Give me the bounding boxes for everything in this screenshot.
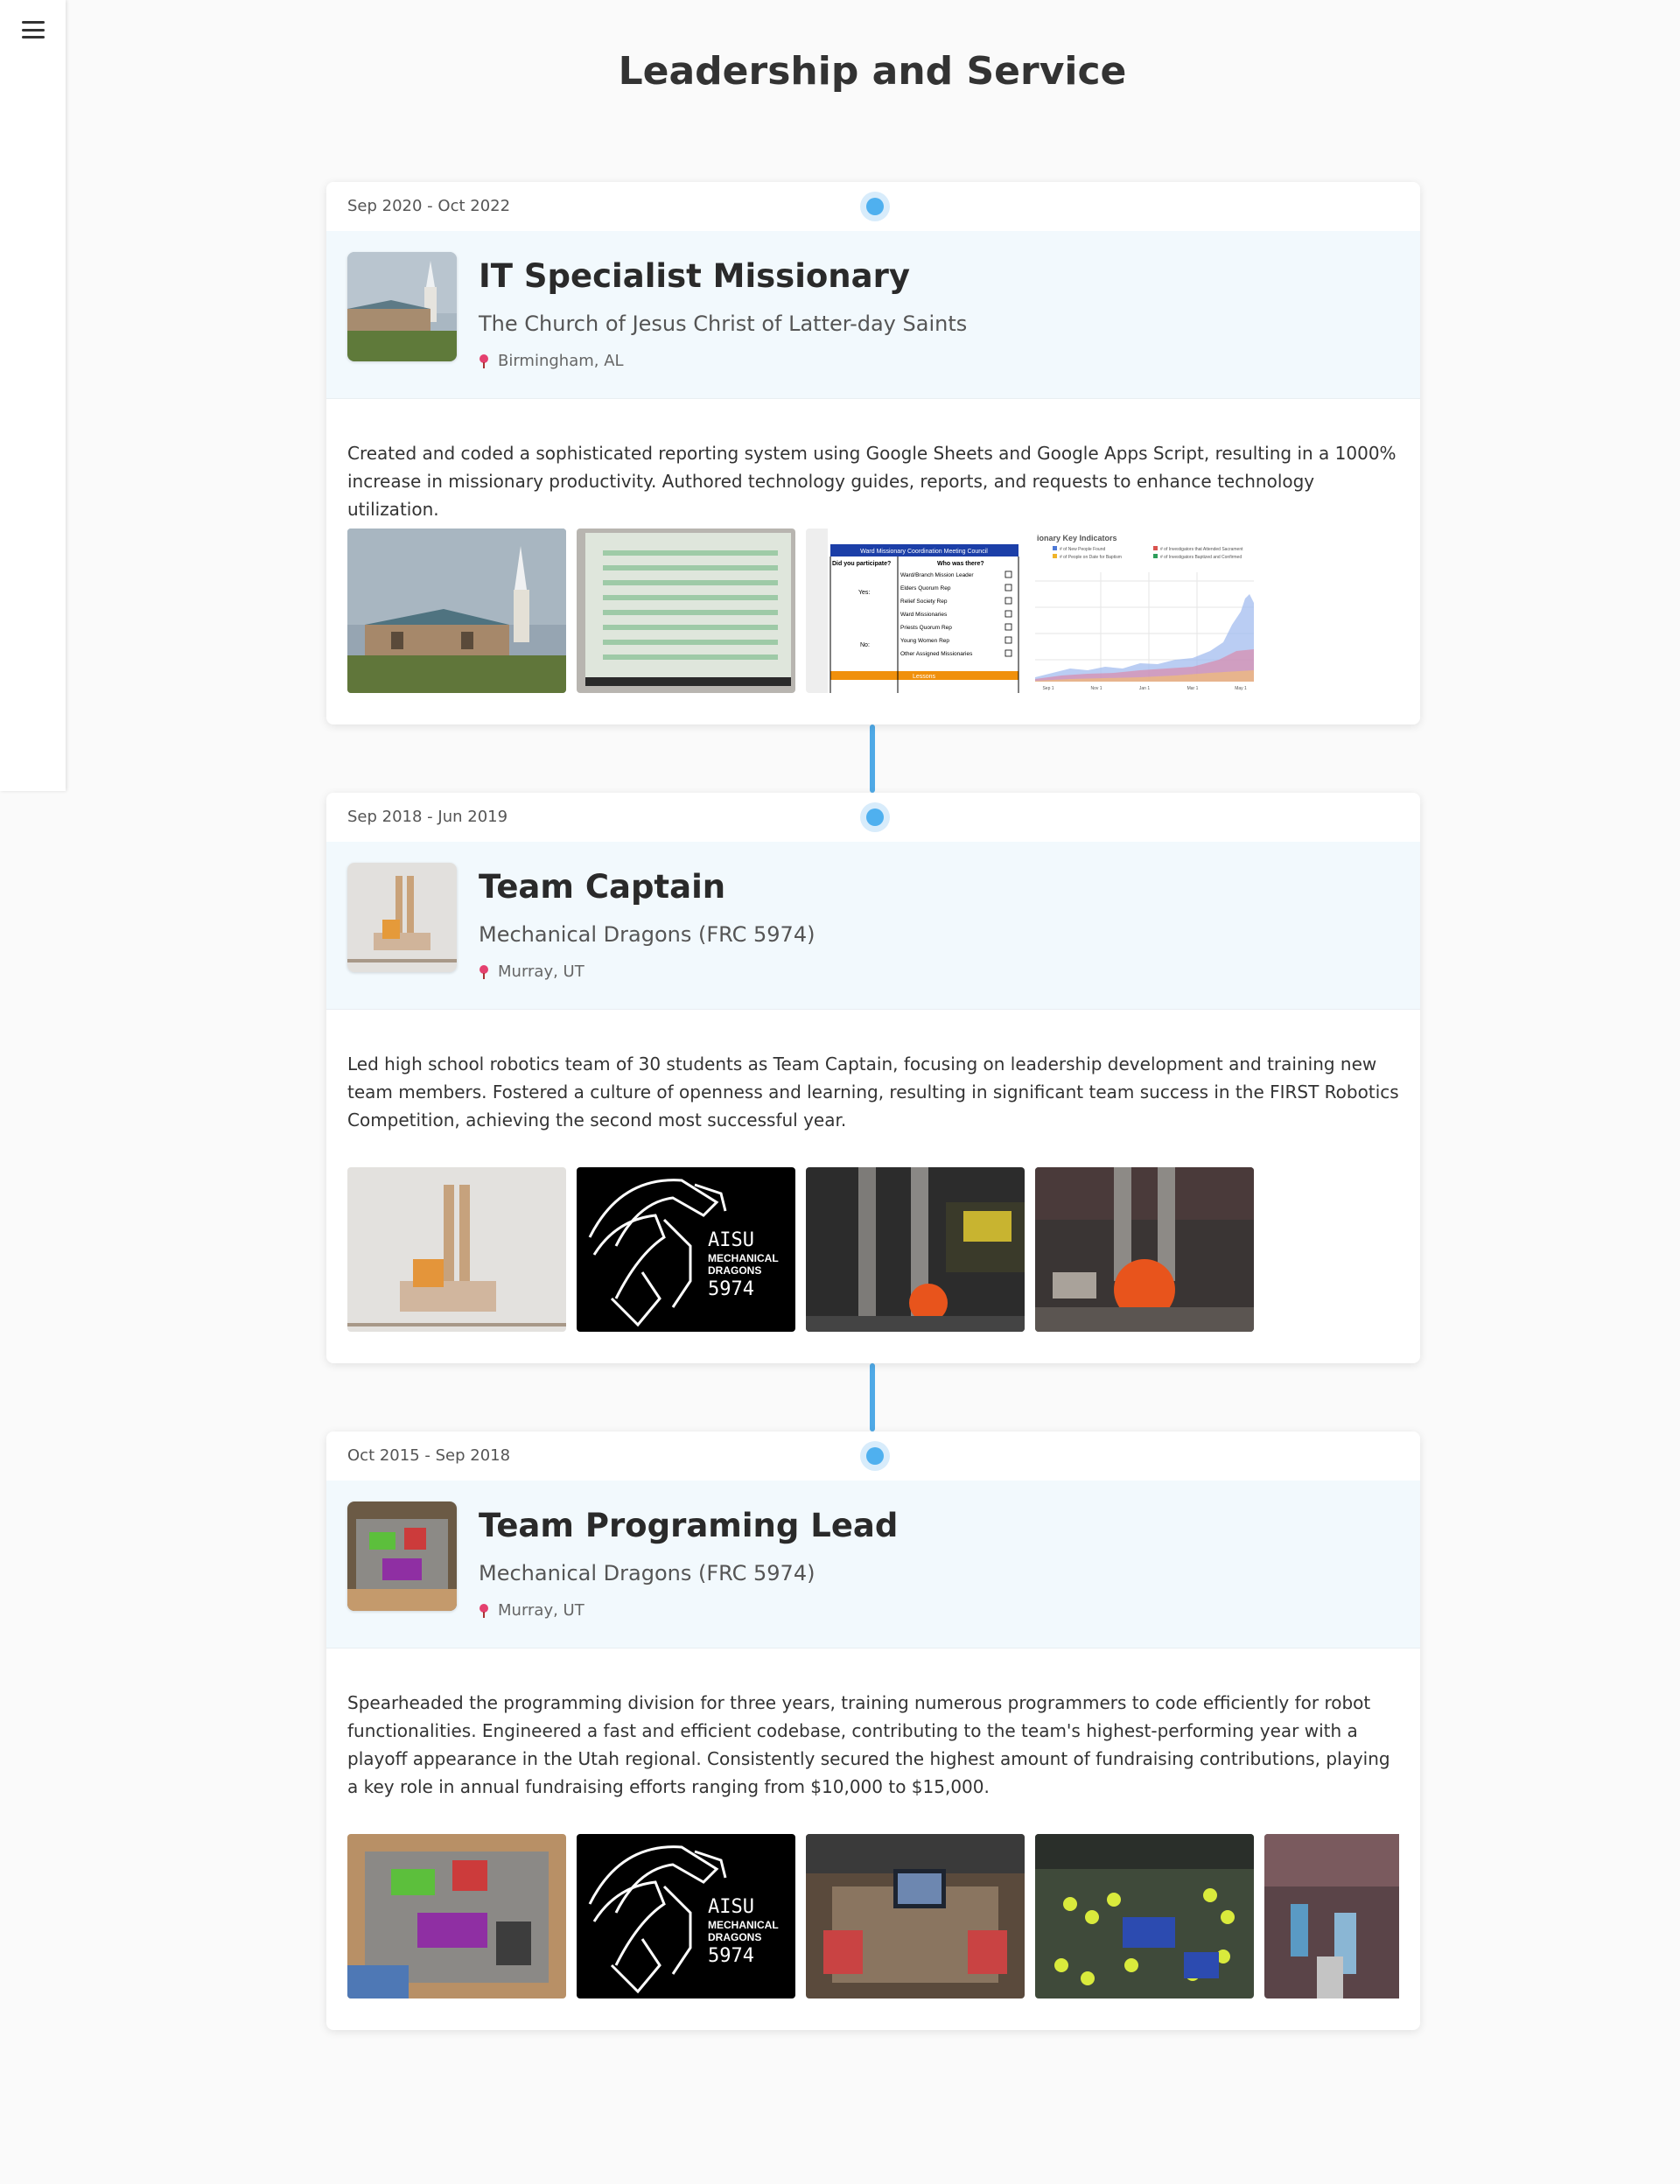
checklist-title: Ward Missionary Coordination Meeting Cou… bbox=[860, 549, 988, 555]
robot-chassis-photo[interactable] bbox=[347, 1834, 566, 1998]
organization: Mechanical Dragons (FRC 5974) bbox=[479, 1561, 816, 1586]
checklist-question: Did you participate? bbox=[832, 561, 891, 567]
description: Led high school robotics team of 30 stud… bbox=[347, 1054, 1399, 1130]
checklist-no: No: bbox=[860, 642, 870, 648]
chart-tick-label: Mar 1 bbox=[1187, 686, 1199, 691]
logo-text-2: MECHANICAL bbox=[708, 1252, 779, 1264]
logo-text-4: 5974 bbox=[708, 1278, 754, 1300]
date-range: Sep 2020 - Oct 2022 bbox=[347, 197, 511, 215]
image-gallery: AISU MECHANICAL DRAGONS 5974 bbox=[347, 1167, 1399, 1332]
logo-text-3: DRAGONS bbox=[708, 1264, 761, 1277]
organization: Mechanical Dragons (FRC 5974) bbox=[479, 922, 816, 947]
location-text: Murray, UT bbox=[498, 1601, 584, 1620]
mechanical-dragons-logo[interactable]: AISU MECHANICAL DRAGONS 5974 bbox=[577, 1834, 795, 1998]
location-pin-icon bbox=[479, 354, 489, 368]
role-title: IT Specialist Missionary bbox=[479, 257, 910, 295]
experience-card: Oct 2015 - Sep 2018 Team Programing Lead… bbox=[326, 1432, 1420, 2030]
experience-card: Sep 2020 - Oct 2022 IT Specialist Missio… bbox=[326, 182, 1420, 724]
card-header: Team Captain Mechanical Dragons (FRC 597… bbox=[326, 842, 1420, 1010]
location-text: Murray, UT bbox=[498, 962, 584, 981]
robot-cad-model[interactable] bbox=[347, 1167, 566, 1332]
org-logo bbox=[347, 252, 457, 361]
robot-intake-photo[interactable] bbox=[806, 1167, 1025, 1332]
arena-crowd-photo[interactable] bbox=[1264, 1834, 1399, 1998]
date-range: Sep 2018 - Jun 2019 bbox=[347, 808, 508, 826]
timeline-connector bbox=[870, 1363, 875, 1432]
mechanical-dragons-logo[interactable]: AISU MECHANICAL DRAGONS 5974 bbox=[577, 1167, 795, 1332]
checklist-item: Ward Missionaries bbox=[900, 612, 948, 618]
chart-legend-swatch bbox=[1053, 554, 1057, 558]
logo-text-4: 5974 bbox=[708, 1945, 754, 1967]
hamburger-menu-icon[interactable] bbox=[19, 18, 47, 42]
logo-text-1: AISU bbox=[708, 1229, 754, 1251]
date-range: Oct 2015 - Sep 2018 bbox=[347, 1446, 511, 1465]
timeline-dot bbox=[860, 192, 890, 221]
chart-legend-swatch bbox=[1153, 554, 1158, 558]
location-pin-icon bbox=[479, 1603, 489, 1618]
key-indicators-chart[interactable]: ionary Key Indicators # of New People Fo… bbox=[1035, 528, 1254, 693]
logo-text-2: MECHANICAL bbox=[708, 1919, 779, 1931]
chart-legend-label: # of People on Date for Baptism bbox=[1060, 555, 1122, 560]
checklist-item: Other Assigned Missionaries bbox=[900, 651, 973, 657]
chart-title: ionary Key Indicators bbox=[1037, 534, 1117, 542]
checklist-item: Ward/Branch Mission Leader bbox=[900, 572, 974, 578]
page-title: Leadership and Service bbox=[618, 49, 1127, 94]
image-gallery: AISU MECHANICAL DRAGONS 5974 bbox=[347, 1834, 1399, 1998]
location: Murray, UT bbox=[479, 962, 584, 981]
robot-ball-photo[interactable] bbox=[1035, 1167, 1254, 1332]
location-pin-icon bbox=[479, 964, 489, 979]
location-text: Birmingham, AL bbox=[498, 352, 624, 370]
timeline-dot bbox=[860, 802, 890, 832]
checklist-yes: Yes: bbox=[858, 590, 870, 596]
chart-legend-label: # of New People Found bbox=[1060, 547, 1105, 552]
chart-tick-label: Nov 1 bbox=[1090, 686, 1102, 691]
competition-field-photo[interactable] bbox=[1035, 1834, 1254, 1998]
meeting-council-checklist[interactable]: Ward Missionary Coordination Meeting Cou… bbox=[806, 528, 1025, 693]
card-header: Team Programing Lead Mechanical Dragons … bbox=[326, 1480, 1420, 1648]
sidebar bbox=[0, 0, 66, 791]
chart-legend-swatch bbox=[1153, 546, 1158, 550]
role-title: Team Captain bbox=[479, 868, 726, 906]
checklist-footer: Lessons bbox=[913, 674, 936, 680]
checklist-item: Relief Society Rep bbox=[900, 598, 948, 605]
spreadsheet-screen-photo[interactable] bbox=[577, 528, 795, 693]
card-header: IT Specialist Missionary The Church of J… bbox=[326, 231, 1420, 399]
location: Birmingham, AL bbox=[479, 352, 624, 370]
pit-laptop-photo[interactable] bbox=[806, 1834, 1025, 1998]
logo-text-1: AISU bbox=[708, 1896, 754, 1918]
image-gallery: Ward Missionary Coordination Meeting Cou… bbox=[347, 528, 1399, 693]
checklist-item: Priests Quorum Rep bbox=[900, 625, 952, 631]
role-title: Team Programing Lead bbox=[479, 1507, 899, 1544]
logo-text-3: DRAGONS bbox=[708, 1931, 761, 1943]
timeline-connector bbox=[870, 724, 875, 793]
chart-legend-label: # of Investigators Baptized and Confirme… bbox=[1160, 555, 1242, 560]
chart-tick-label: Jan 1 bbox=[1139, 686, 1150, 691]
chart-tick-label: May 1 bbox=[1235, 686, 1247, 691]
organization: The Church of Jesus Christ of Latter-day… bbox=[479, 312, 968, 336]
location: Murray, UT bbox=[479, 1601, 584, 1620]
checklist-item: Young Women Rep bbox=[900, 638, 949, 644]
chart-tick-label: Sep 1 bbox=[1042, 686, 1054, 691]
church-building-photo[interactable] bbox=[347, 528, 566, 693]
checklist-item: Elders Quorum Rep bbox=[900, 585, 951, 592]
timeline-dot bbox=[860, 1441, 890, 1471]
chart-legend-label: # of Investigators that Attended Sacrame… bbox=[1160, 547, 1243, 552]
chart-legend-swatch bbox=[1053, 546, 1057, 550]
org-logo bbox=[347, 1502, 457, 1611]
org-logo bbox=[347, 863, 457, 972]
description: Created and coded a sophisticated report… bbox=[347, 443, 1396, 520]
experience-card: Sep 2018 - Jun 2019 Team Captain Mechani… bbox=[326, 793, 1420, 1363]
description: Spearheaded the programming division for… bbox=[347, 1692, 1390, 1797]
checklist-question-2: Who was there? bbox=[937, 561, 984, 567]
